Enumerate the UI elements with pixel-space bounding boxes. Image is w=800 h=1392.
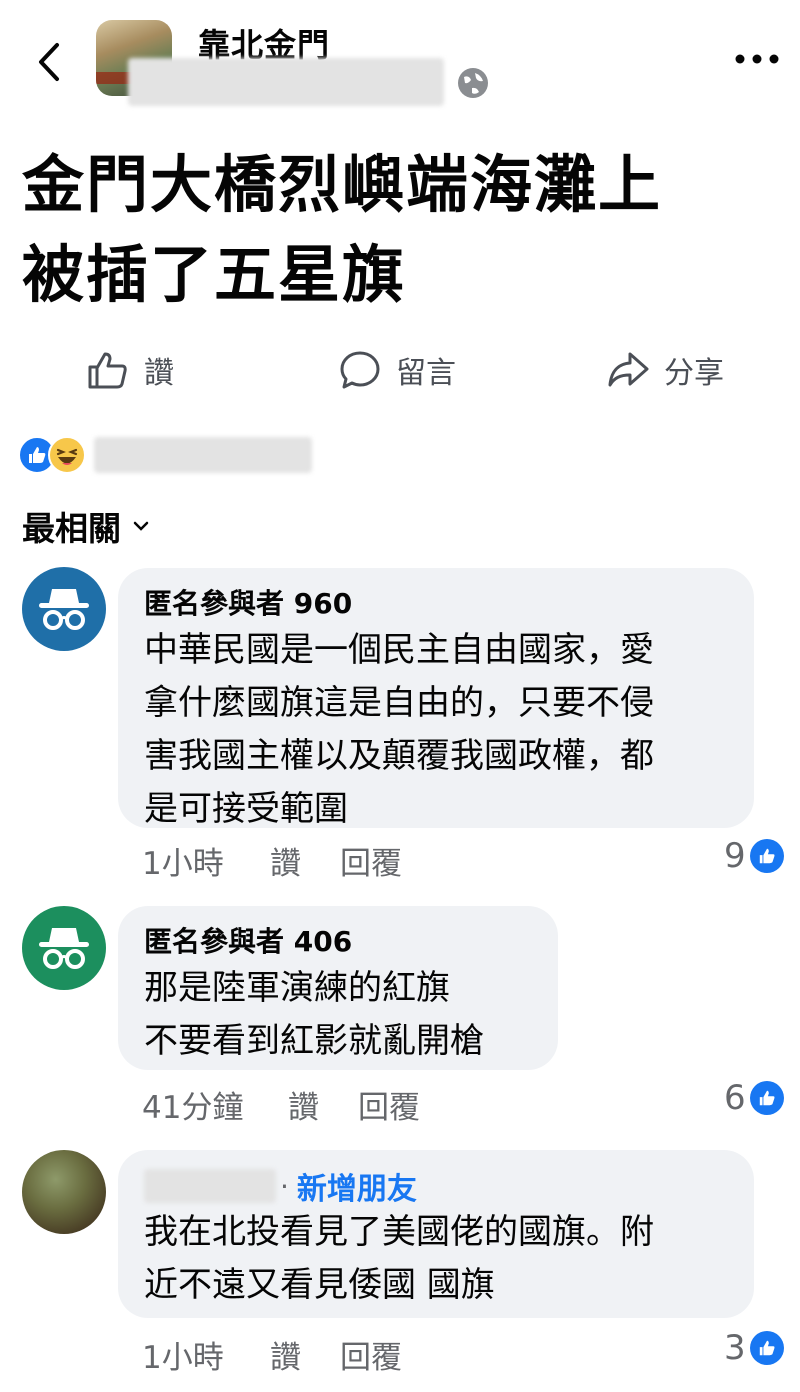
comment-like-count[interactable]: 6 [724,1078,784,1118]
like-badge-icon [749,839,784,873]
comment-button[interactable]: 留言 [338,340,456,400]
comment-like-link[interactable]: 讚 [288,1082,358,1127]
comment-button-label: 留言 [396,356,456,391]
comment-text: 中華民國是一個民主自由國家，愛 拿什麼國旗這是自由的，只要不侵 害我國主權以及顛… [144,630,654,829]
sort-label: 最相關 [22,509,121,548]
redacted-reactor-names [94,437,312,473]
back-button[interactable] [28,38,68,86]
comment-author-row: · 新增朋友 [144,1164,728,1208]
thumbs-up-icon [88,352,127,389]
redacted-author-name [144,1169,276,1203]
comment-text: 我在北投看見了美國佬的國旗。附 近不遠又看見倭國 國旗 [144,1212,654,1305]
comment-time: 41分鐘 [142,1090,244,1126]
comment-time: 1小時 [142,846,224,882]
user-avatar[interactable] [22,1150,106,1234]
like-count-value: 3 [724,1328,746,1368]
comment-sort-dropdown[interactable]: 最相關 [22,502,149,550]
post-title-line-1: 金門大橋烈嶼端海灘上 [22,148,663,221]
redacted-post-info [128,58,444,106]
like-badge-icon [749,1331,784,1365]
incognito-icon [39,589,89,630]
comment-like-count[interactable]: 9 [724,836,784,876]
comment-text: 那是陸軍演練的紅旗 不要看到紅影就亂開槍 [144,968,484,1061]
top-bar: 靠北金門 [0,0,800,120]
post-title: 金門大橋烈嶼端海灘上 被插了五星旗 [22,140,782,320]
like-count-value: 6 [724,1078,746,1118]
comment-like-link[interactable]: 讚 [270,838,340,883]
chevron-left-icon [39,43,59,81]
add-friend-link[interactable]: 新增朋友 [297,1164,417,1208]
share-button[interactable]: 分享 [606,340,724,400]
comment-like-count[interactable]: 3 [724,1328,784,1368]
like-count-value: 9 [724,836,746,876]
comment-author[interactable]: 匿名參與者 960 [144,584,728,624]
post-title-line-2: 被插了五星旗 [22,238,407,311]
anonymous-avatar[interactable] [22,906,106,990]
comment-reply-link[interactable]: 回覆 [340,1332,402,1377]
author-separator: · [280,1169,289,1203]
more-options-button[interactable] [732,44,782,74]
post-action-bar: 讚 留言 分享 [0,340,800,400]
incognito-icon [39,928,89,969]
chevron-down-icon [133,521,149,531]
comment-time: 1小時 [142,1340,224,1376]
comment-reply-link[interactable]: 回覆 [358,1082,420,1127]
haha-reaction-icon [48,436,86,474]
globe-icon [458,68,488,98]
like-button[interactable]: 讚 [86,340,174,400]
like-button-label: 讚 [144,356,174,391]
like-badge-icon [749,1081,784,1115]
anonymous-avatar[interactable] [22,567,106,651]
comment-bubble: 匿名參與者 960 中華民國是一個民主自由國家，愛 拿什麼國旗這是自由的，只要不… [118,568,754,829]
comment-bubble: · 新增朋友 我在北投看見了美國佬的國旗。附 近不遠又看見倭國 國旗 [118,1150,754,1318]
comment-meta: 1小時 讚 回覆 [142,838,402,883]
share-button-label: 分享 [664,356,724,391]
comment-like-link[interactable]: 讚 [270,1332,340,1377]
more-dots-icon [735,54,779,64]
comment-bubble: 匿名參與者 406 那是陸軍演練的紅旗 不要看到紅影就亂開槍 [118,906,558,1070]
share-arrow-icon [608,352,649,387]
comment-bubble-icon [340,351,380,389]
reactions-summary[interactable] [18,432,312,478]
comment-reply-link[interactable]: 回覆 [340,838,402,883]
comment-author[interactable]: 匿名參與者 406 [144,922,532,962]
comment-meta: 41分鐘 讚 回覆 [142,1082,420,1127]
comment-meta: 1小時 讚 回覆 [142,1332,402,1377]
